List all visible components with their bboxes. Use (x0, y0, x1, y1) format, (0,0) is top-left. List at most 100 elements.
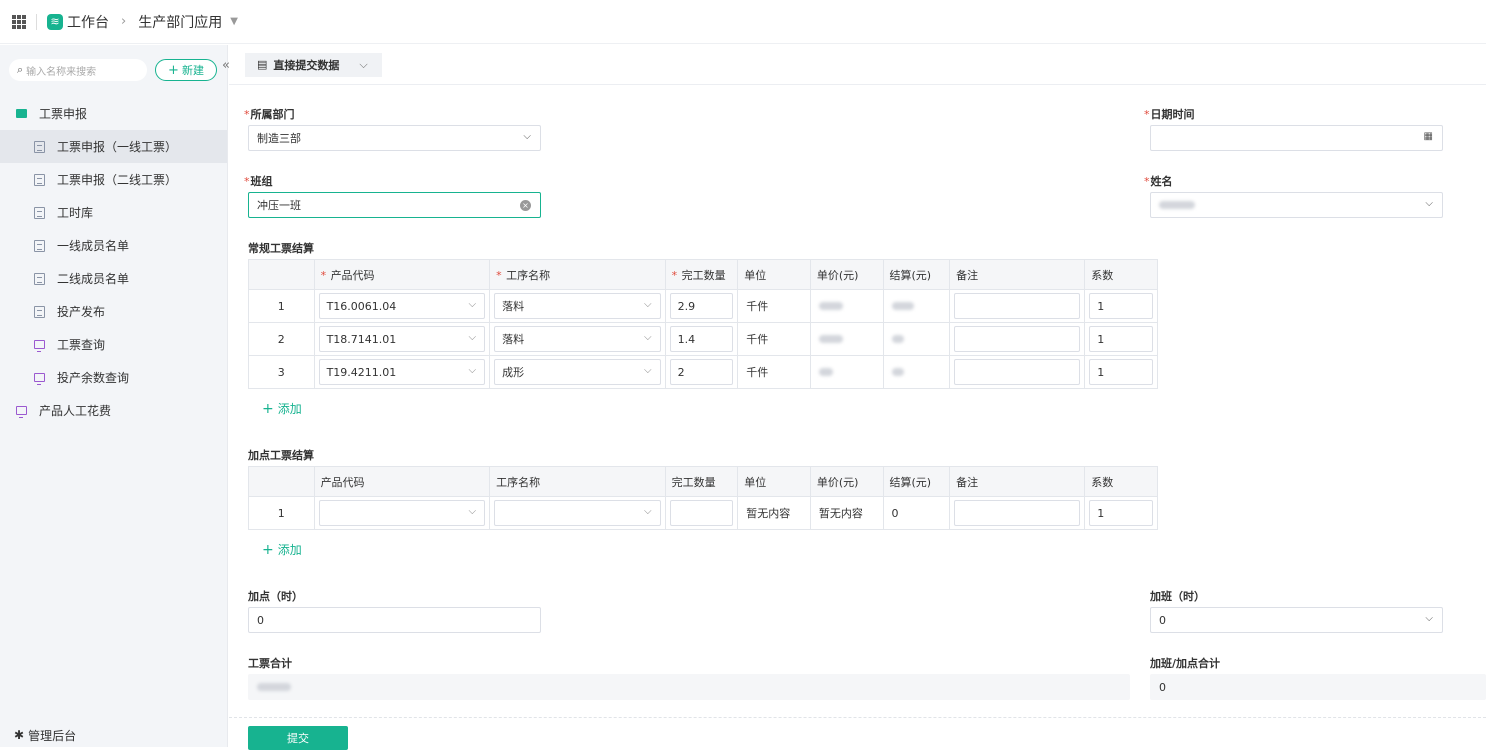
sidebar-item-dashboard[interactable]: 投产余数查询 (0, 361, 227, 394)
gear-icon: ✱ (14, 728, 25, 742)
team-label: *班组 (244, 175, 273, 188)
apps-grid-icon[interactable] (12, 14, 26, 29)
ticket-total-value (248, 674, 1130, 700)
coefficient-input[interactable]: 1 (1089, 500, 1153, 526)
sidebar-item-label: 一线成员名单 (57, 239, 130, 253)
folder-icon (16, 109, 27, 118)
sidebar-item-form[interactable]: 投产发布 (0, 295, 227, 328)
quantity-input[interactable]: 1.4 (669, 326, 734, 352)
team-input[interactable]: 冲压一班 × (248, 192, 541, 218)
overtime-total-label: 加班/加点合计 (1150, 657, 1221, 670)
table-header: * 产品代码 (313, 259, 491, 290)
coefficient-input[interactable]: 1 (1089, 293, 1153, 319)
product-code-select[interactable]: T19.4211.01 ⌵ (318, 359, 486, 385)
extra-hours-label: 加点（时） (248, 590, 303, 603)
note-input[interactable] (954, 293, 1081, 319)
sidebar-item-dashboard[interactable]: 工票查询 (0, 328, 227, 361)
quantity-input[interactable]: 2 (669, 359, 734, 385)
submit-bar: 提交 (229, 717, 1486, 750)
total-cell (882, 289, 951, 323)
overtime-hours-select[interactable]: 0 ⌵ (1150, 607, 1443, 633)
sidebar-item-dashboard[interactable]: 产品人工花费 (0, 394, 227, 427)
row-index: 2 (248, 322, 315, 356)
coefficient-input[interactable]: 1 (1089, 326, 1153, 352)
price-cell (809, 322, 884, 356)
overtime-table: 产品代码 工序名称 完工数量 单位 单价(元) 结算(元) 备注 系数 1 ⌵ … (248, 466, 1158, 530)
note-input[interactable] (954, 359, 1081, 385)
chevron-down-icon: ⌵ (468, 365, 477, 376)
plus-icon: + (168, 62, 179, 78)
sidebar-item-label: 工票申报（二线工票） (57, 173, 178, 187)
name-select[interactable]: ⌵ (1150, 192, 1443, 218)
quantity-input[interactable]: 2.9 (669, 293, 734, 319)
coefficient-input[interactable]: 1 (1089, 359, 1153, 385)
new-button[interactable]: + 新建 (155, 59, 217, 81)
unit-cell: 千件 (737, 355, 811, 389)
note-input[interactable] (954, 500, 1081, 526)
form-icon (34, 239, 45, 252)
sidebar-item-folder[interactable]: 工票申报 (0, 97, 227, 130)
submit-button[interactable]: 提交 (248, 726, 348, 750)
chevron-down-icon: ⌵ (468, 299, 477, 310)
sidebar-item-label: 二线成员名单 (57, 272, 130, 286)
breadcrumb-workspace[interactable]: 工作台 (67, 12, 109, 32)
form-icon: ▤ (257, 58, 268, 71)
department-select[interactable]: 制造三部 ⌵ (248, 125, 541, 151)
dashboard-icon (34, 340, 45, 352)
table-row: 1 ⌵ ⌵ 暂无内容 暂无内容 0 1 (248, 496, 1158, 530)
submit-mode-dropdown[interactable]: ▤ 直接提交数据 ⌵ (245, 52, 382, 77)
sidebar-item-form[interactable]: 工票申报（二线工票） (0, 163, 227, 196)
process-select[interactable]: 成形 ⌵ (494, 359, 661, 385)
note-input[interactable] (954, 326, 1081, 352)
process-select[interactable]: 落料 ⌵ (494, 293, 661, 319)
add-overtime-row-button[interactable]: + 添加 (262, 541, 302, 558)
total-cell (882, 322, 951, 356)
search-icon: ⌕ (17, 63, 24, 76)
calendar-icon[interactable]: ▦ (1424, 131, 1433, 142)
breadcrumb-app[interactable]: 生产部门应用 (138, 12, 222, 32)
dashboard-icon (16, 406, 27, 418)
plus-icon: + (262, 401, 274, 417)
chevron-down-icon: ⌵ (1425, 613, 1433, 624)
sidebar-item-label: 工票申报 (39, 107, 88, 121)
chevron-down-icon: ⌵ (644, 332, 652, 343)
table-header: 结算(元) (882, 259, 951, 290)
form-icon (34, 206, 45, 219)
unit-cell: 千件 (737, 322, 811, 356)
product-code-select[interactable]: T18.7141.01 ⌵ (318, 326, 486, 352)
search-input[interactable]: ⌕ 输入名称来搜索 (9, 59, 147, 81)
top-bar: ≋ 工作台 › 生产部门应用 ▼ (0, 0, 1486, 44)
row-index: 3 (248, 355, 315, 389)
datetime-label: *日期时间 (1144, 108, 1195, 121)
quantity-input[interactable] (669, 500, 734, 526)
chevron-right-icon: › (121, 14, 127, 29)
admin-link[interactable]: ✱ 管理后台 (14, 723, 76, 747)
sidebar-item-label: 投产发布 (57, 305, 106, 319)
product-code-select[interactable]: ⌵ (318, 500, 486, 526)
team-value: 冲压一班 (257, 199, 301, 212)
sidebar-item-form[interactable]: 工票申报（一线工票） (0, 130, 227, 163)
table-header: 备注 (949, 466, 1086, 497)
table-row: 1 T16.0061.04 ⌵ 落料 ⌵ 2.9 千件 1 (248, 289, 1158, 323)
datetime-input[interactable]: ▦ (1150, 125, 1443, 151)
sidebar-item-form[interactable]: 工时库 (0, 196, 227, 229)
chevron-down-icon: ⌵ (1425, 198, 1433, 209)
table-header: 系数 (1084, 259, 1158, 290)
process-select[interactable]: ⌵ (494, 500, 661, 526)
table-header: 系数 (1084, 466, 1158, 497)
admin-label: 管理后台 (28, 728, 77, 743)
total-cell (882, 355, 951, 389)
unit-cell: 千件 (737, 289, 811, 323)
plus-icon: + (262, 542, 274, 558)
product-code-select[interactable]: T16.0061.04 ⌵ (318, 293, 486, 319)
clear-icon[interactable]: × (520, 200, 531, 211)
divider (36, 13, 37, 30)
table-header: 单价(元) (809, 466, 884, 497)
sidebar-item-form[interactable]: 一线成员名单 (0, 229, 227, 262)
extra-hours-input[interactable]: 0 (248, 607, 541, 633)
process-select[interactable]: 落料 ⌵ (494, 326, 661, 352)
sidebar-item-form[interactable]: 二线成员名单 (0, 262, 227, 295)
add-regular-row-button[interactable]: + 添加 (262, 400, 302, 417)
caret-down-icon[interactable]: ▼ (230, 16, 238, 27)
table-header-index (248, 259, 315, 290)
